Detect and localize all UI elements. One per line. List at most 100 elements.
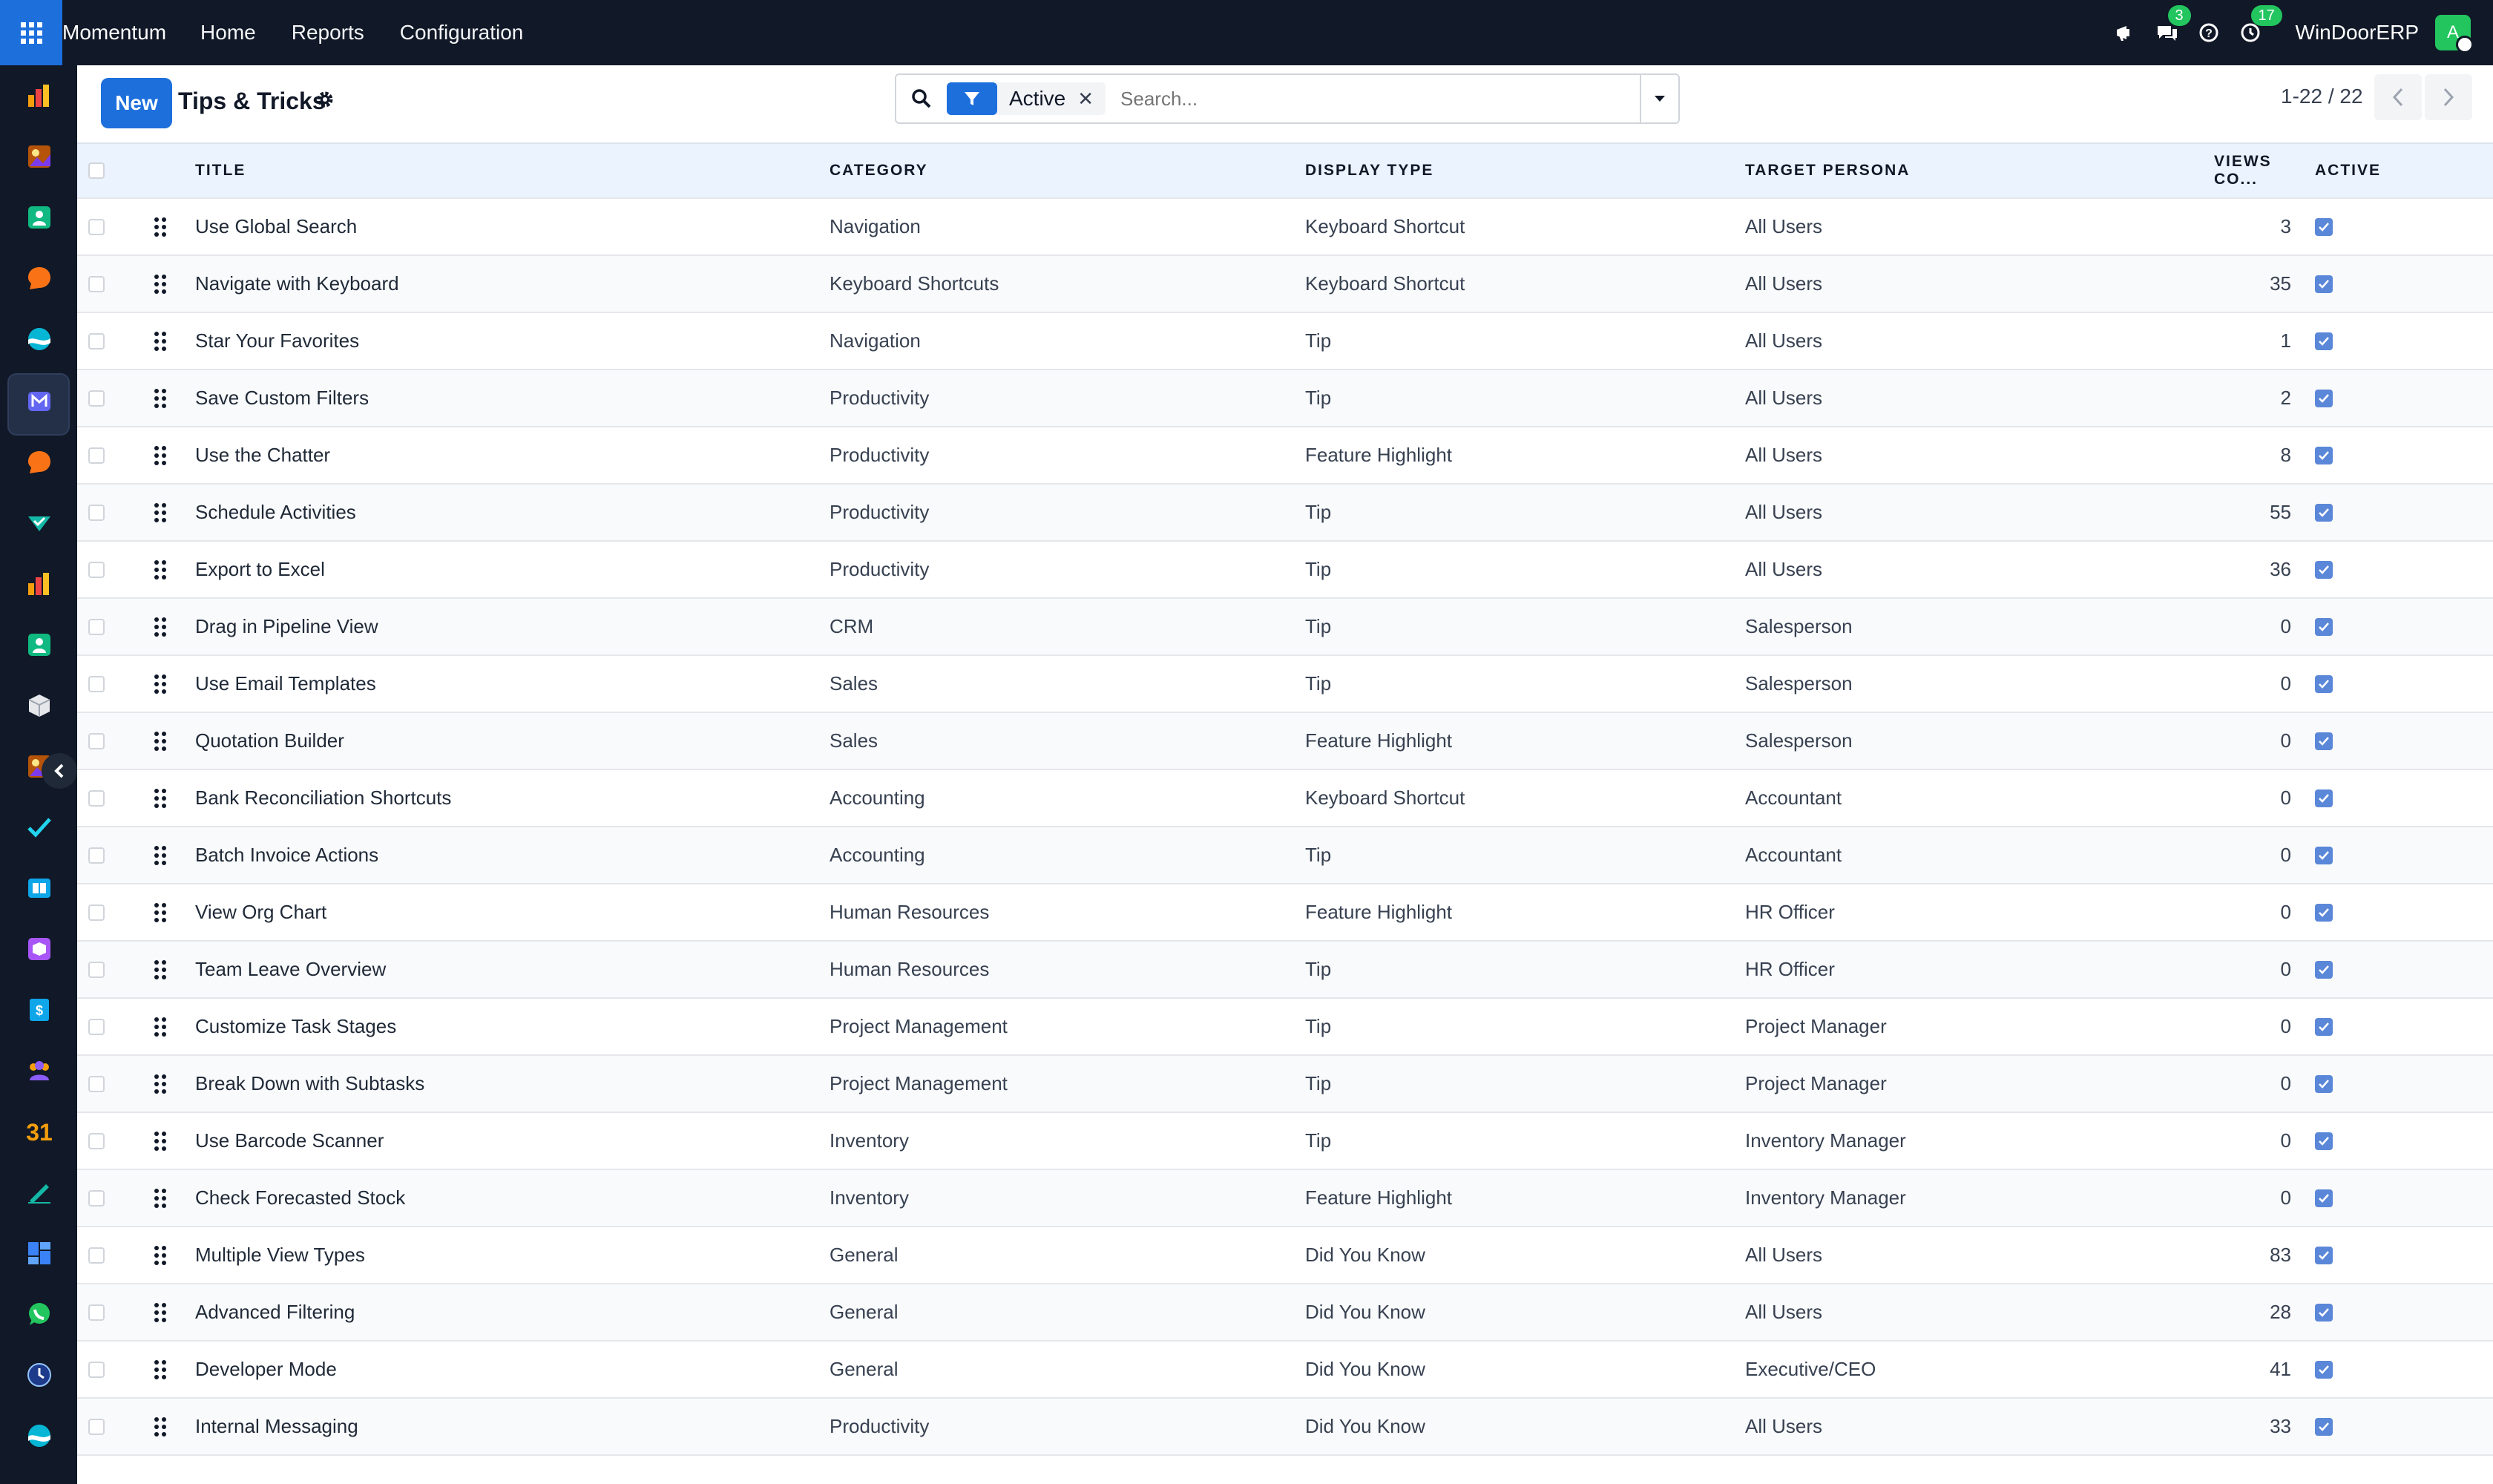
cell-title[interactable]: Developer Mode	[195, 1342, 337, 1397]
chat-bubble-app-icon-2[interactable]	[25, 448, 53, 476]
whatsapp-app-icon[interactable]	[25, 1300, 53, 1328]
cell-views-count[interactable]: 0	[2214, 599, 2291, 654]
cell-title[interactable]: Bank Reconciliation Shortcuts	[195, 770, 451, 826]
cell-display-type[interactable]: Tip	[1305, 485, 1331, 540]
cell-views-count[interactable]: 36	[2214, 542, 2291, 597]
cell-target-persona[interactable]: Project Manager	[1745, 1056, 1887, 1112]
wave-app-icon[interactable]	[25, 325, 53, 353]
row-select-checkbox[interactable]	[88, 1075, 105, 1092]
cell-title[interactable]: Use Global Search	[195, 199, 357, 255]
select-all-checkbox[interactable]	[88, 162, 105, 179]
cell-title[interactable]: Internal Messaging	[195, 1399, 358, 1454]
cell-category[interactable]: Keyboard Shortcuts	[830, 256, 999, 312]
active-checkbox-checked[interactable]	[2315, 332, 2333, 350]
drag-handle-icon[interactable]	[154, 445, 167, 470]
active-checkbox-checked[interactable]	[2315, 1132, 2333, 1150]
row-select-checkbox[interactable]	[88, 904, 105, 921]
cell-display-type[interactable]: Tip	[1305, 827, 1331, 883]
cell-display-type[interactable]: Did You Know	[1305, 1227, 1425, 1283]
row-select-checkbox[interactable]	[88, 561, 105, 578]
chart-app-icon-2[interactable]	[25, 570, 53, 598]
active-checkbox-checked[interactable]	[2315, 1360, 2333, 1379]
cell-active[interactable]	[2315, 542, 2333, 597]
drag-handle-icon[interactable]	[154, 274, 167, 298]
row-select-checkbox[interactable]	[88, 1018, 105, 1035]
cell-display-type[interactable]: Keyboard Shortcut	[1305, 199, 1465, 255]
table-row[interactable]: Advanced Filtering General Did You Know All…	[77, 1284, 2493, 1342]
cell-views-count[interactable]: 0	[2214, 1056, 2291, 1112]
cell-display-type[interactable]: Keyboard Shortcut	[1305, 256, 1465, 312]
remove-filter-icon[interactable]: ✕	[1077, 88, 1094, 111]
table-row[interactable]: Use the Chatter Productivity Feature Highl…	[77, 427, 2493, 485]
search-options-toggle[interactable]	[1640, 75, 1678, 122]
row-select-checkbox[interactable]	[88, 1418, 105, 1435]
cell-category[interactable]: Inventory	[830, 1170, 909, 1226]
chart-app-icon[interactable]	[25, 82, 53, 110]
cell-category[interactable]: Productivity	[830, 1399, 929, 1454]
gear-icon[interactable]	[316, 91, 334, 112]
cell-views-count[interactable]: 0	[2214, 1170, 2291, 1226]
row-select-checkbox[interactable]	[88, 1247, 105, 1264]
drag-handle-icon[interactable]	[154, 1302, 167, 1327]
new-button[interactable]: New	[101, 78, 172, 128]
active-checkbox-checked[interactable]	[2315, 217, 2333, 236]
drag-handle-icon[interactable]	[154, 788, 167, 812]
table-row[interactable]: Bank Reconciliation Shortcuts Accounting K…	[77, 770, 2493, 827]
cell-target-persona[interactable]: All Users	[1745, 199, 1822, 255]
cell-category[interactable]: Accounting	[830, 827, 925, 883]
cell-category[interactable]: Productivity	[830, 542, 929, 597]
cell-active[interactable]	[2315, 1399, 2333, 1454]
cell-title[interactable]: Customize Task Stages	[195, 999, 396, 1054]
cell-target-persona[interactable]: Executive/CEO	[1745, 1342, 1876, 1397]
cell-title[interactable]: Advanced Filtering	[195, 1284, 355, 1340]
cell-display-type[interactable]: Feature Highlight	[1305, 884, 1452, 940]
contacts-app-icon[interactable]	[25, 203, 53, 232]
cell-display-type[interactable]: Tip	[1305, 313, 1331, 369]
cell-category[interactable]: Accounting	[830, 770, 925, 826]
cell-target-persona[interactable]: Salesperson	[1745, 599, 1853, 654]
cell-display-type[interactable]: Feature Highlight	[1305, 1170, 1452, 1226]
cell-display-type[interactable]: Did You Know	[1305, 1399, 1425, 1454]
cell-active[interactable]	[2315, 656, 2333, 712]
cell-display-type[interactable]: Did You Know	[1305, 1284, 1425, 1340]
cell-active[interactable]	[2315, 1284, 2333, 1340]
cell-display-type[interactable]: Tip	[1305, 1056, 1331, 1112]
row-select-checkbox[interactable]	[88, 847, 105, 864]
drag-handle-icon[interactable]	[154, 1017, 167, 1041]
table-row[interactable]: Navigate with Keyboard Keyboard Shortcuts…	[77, 256, 2493, 313]
row-select-checkbox[interactable]	[88, 961, 105, 978]
cell-title[interactable]: Team Leave Overview	[195, 942, 386, 997]
cell-category[interactable]: Productivity	[830, 427, 929, 483]
cell-views-count[interactable]: 3	[2214, 199, 2291, 255]
row-select-checkbox[interactable]	[88, 675, 105, 692]
drag-handle-icon[interactable]	[154, 1188, 167, 1212]
apps-menu-button[interactable]	[0, 0, 62, 65]
activity-clock-icon[interactable]: 17	[2236, 5, 2282, 47]
cell-target-persona[interactable]: HR Officer	[1745, 884, 1835, 940]
column-header-target-persona[interactable]: TARGET PERSONA	[1745, 144, 1910, 197]
cell-title[interactable]: Break Down with Subtasks	[195, 1056, 424, 1112]
cell-title[interactable]: Batch Invoice Actions	[195, 827, 378, 883]
sign-app-icon[interactable]	[25, 1178, 53, 1206]
team-app-icon[interactable]	[25, 1057, 53, 1085]
active-checkbox-checked[interactable]	[2315, 732, 2333, 750]
cell-category[interactable]: Sales	[830, 656, 878, 712]
drag-handle-icon[interactable]	[154, 617, 167, 641]
active-checkbox-checked[interactable]	[2315, 846, 2333, 864]
cell-display-type[interactable]: Tip	[1305, 370, 1331, 426]
row-select-checkbox[interactable]	[88, 1304, 105, 1321]
cell-views-count[interactable]: 28	[2214, 1284, 2291, 1340]
cell-active[interactable]	[2315, 427, 2333, 483]
row-select-checkbox[interactable]	[88, 1361, 105, 1378]
nav-reports[interactable]: Reports	[292, 21, 364, 45]
cell-views-count[interactable]: 8	[2214, 427, 2291, 483]
cell-target-persona[interactable]: Salesperson	[1745, 656, 1853, 712]
cell-active[interactable]	[2315, 999, 2333, 1054]
nav-configuration[interactable]: Configuration	[400, 21, 524, 45]
active-checkbox-checked[interactable]	[2315, 389, 2333, 407]
row-select-checkbox[interactable]	[88, 1189, 105, 1206]
cell-title[interactable]: View Org Chart	[195, 884, 326, 940]
table-row[interactable]: Export to Excel Productivity Tip All Users 3…	[77, 542, 2493, 599]
cell-category[interactable]: General	[830, 1227, 899, 1283]
cell-display-type[interactable]: Feature Highlight	[1305, 427, 1452, 483]
